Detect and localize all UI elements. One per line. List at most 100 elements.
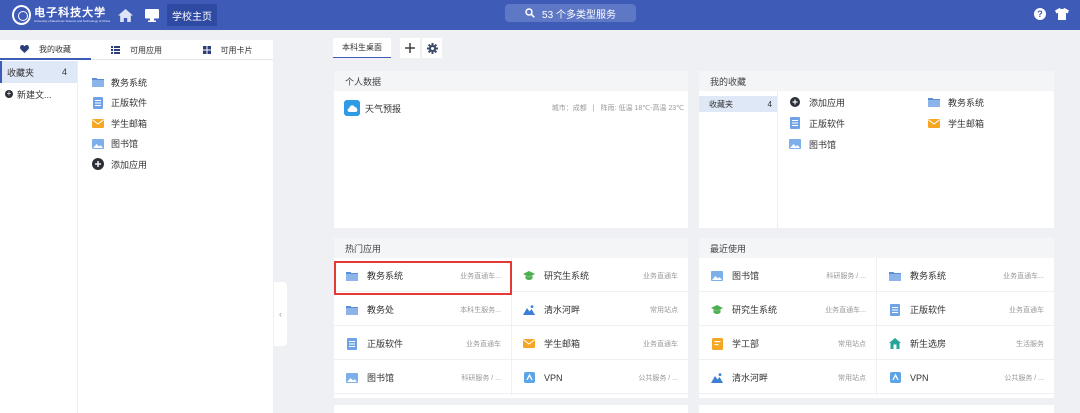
app-academic-system[interactable]: 教务系统	[91, 72, 147, 93]
image-icon	[91, 137, 104, 150]
hot-app-licensed-software[interactable]: 正版软件 业务直通车	[334, 328, 511, 360]
graduation-cap-icon	[523, 270, 535, 282]
folder-icon	[346, 304, 358, 316]
chevron-left-icon: ‹	[279, 309, 282, 319]
hot-app-qingshuihepan[interactable]: 清水河畔 常用站点	[511, 294, 688, 326]
mountain-icon	[711, 372, 723, 384]
highlight-box	[334, 261, 512, 295]
new-folder-button[interactable]: + 新建文...	[0, 83, 77, 105]
university-logo[interactable]: 电子科技大学 University of Electronic Science …	[12, 5, 110, 25]
add-app-button[interactable]: 添加应用	[789, 94, 845, 110]
left-panel: 我的收藏 可用应用 可用卡片 收藏夹 4 + 新建文... 教务系统 正版软件	[0, 40, 273, 413]
app-category: 常用站点	[838, 374, 866, 382]
weather-widget[interactable]: 天气预报 城市：成都 | 阵雨: 低温 18℃-高温 23℃	[344, 99, 684, 117]
theme-shirt-icon[interactable]	[1055, 8, 1069, 20]
mail-icon	[91, 117, 104, 130]
app-student-mail[interactable]: 学生邮箱	[91, 113, 147, 134]
add-desk-button[interactable]	[400, 38, 420, 58]
card-title: 我的收藏	[699, 71, 1054, 91]
folder-icon	[91, 76, 104, 89]
image-icon	[789, 138, 801, 150]
list-icon	[111, 46, 120, 54]
service-search-box[interactable]: 53 个多类型服务	[505, 4, 636, 22]
hot-app-student-mail[interactable]: 学生邮箱 业务直通车	[511, 328, 688, 360]
add-app-button[interactable]: 添加应用	[91, 154, 147, 175]
university-seal-icon	[12, 5, 32, 25]
vpn-icon	[523, 372, 535, 384]
recent-app-dorm-selection[interactable]: 新生选房 生活服务	[877, 328, 1054, 360]
hot-app-academic-affairs[interactable]: 教务处 本科生服务...	[334, 294, 511, 326]
app-licensed-software[interactable]: 正版软件	[789, 115, 845, 131]
app-licensed-software[interactable]: 正版软件	[91, 93, 147, 114]
category-count: 4	[767, 99, 772, 109]
search-placeholder: 53 个多类型服务	[542, 9, 616, 21]
mountain-icon	[523, 304, 535, 316]
top-bar: 电子科技大学 University of Electronic Science …	[0, 0, 1080, 30]
recent-app-library[interactable]: 图书馆 科研服务 / ...	[699, 260, 876, 292]
heart-icon	[20, 45, 29, 53]
grid-icon	[202, 46, 211, 54]
recent-app-academic-system[interactable]: 教务系统 业务直通车...	[877, 260, 1054, 292]
favorites-category-list: 收藏夹 4	[699, 91, 778, 229]
home-icon[interactable]	[113, 0, 137, 30]
app-student-mail[interactable]: 学生邮箱	[928, 115, 984, 131]
left-panel-tabs: 我的收藏 可用应用 可用卡片	[0, 40, 273, 60]
app-category: 生活服务	[1016, 340, 1044, 348]
weather-cloud-icon	[344, 100, 360, 116]
app-category: 科研服务 / ...	[826, 272, 866, 280]
weather-details: 城市：成都 | 阵雨: 低温 18℃-高温 23℃	[551, 105, 684, 112]
recent-app-graduate-system[interactable]: 研究生系统 业务直通车...	[699, 294, 876, 326]
favorite-app-list: 教务系统 正版软件 学生邮箱 图书馆 添加应用	[91, 72, 147, 175]
app-category: 公共服务 / ...	[1004, 374, 1044, 382]
document-icon	[346, 337, 358, 350]
tab-undergrad-desk[interactable]: 本科生桌面	[333, 38, 391, 58]
tab-available-apps[interactable]: 可用应用	[91, 40, 182, 60]
desk-settings-button[interactable]	[422, 38, 442, 58]
document-icon	[91, 96, 104, 109]
logo-title: 电子科技大学	[34, 6, 107, 19]
house-icon	[889, 338, 901, 350]
app-library[interactable]: 图书馆	[91, 134, 147, 155]
graduation-cap-icon	[711, 304, 723, 316]
folder-icon	[889, 270, 901, 282]
category-favorites[interactable]: 收藏夹 4	[699, 96, 777, 112]
app-category: 业务直通车	[643, 272, 678, 280]
app-academic-system[interactable]: 教务系统	[928, 94, 984, 110]
hot-app-vpn[interactable]: VPN 公共服务 / ...	[511, 362, 688, 394]
tab-my-favorites[interactable]: 我的收藏	[0, 40, 91, 60]
add-circle-icon	[91, 158, 104, 171]
document-icon	[789, 117, 801, 129]
next-card-right	[699, 405, 1054, 413]
tab-school-home[interactable]: 学校主页	[167, 4, 217, 26]
my-favorites-card: 我的收藏 收藏夹 4 添加应用 教务系统 正版软件 学生邮箱 图书馆	[699, 71, 1054, 229]
mail-icon	[523, 338, 535, 350]
card-title: 最近使用	[699, 238, 1054, 258]
gear-icon	[426, 42, 438, 54]
category-count: 4	[61, 67, 67, 77]
recently-used-card: 最近使用 图书馆 科研服务 / ... 教务系统 业务直通车... 研究生系统 …	[699, 238, 1054, 398]
hot-app-graduate-system[interactable]: 研究生系统 业务直通车	[511, 260, 688, 292]
recent-app-student-affairs[interactable]: 学工部 常用站点	[699, 328, 876, 360]
badge-icon	[711, 337, 723, 350]
help-icon[interactable]: ?	[1034, 8, 1046, 20]
desktop-icon[interactable]	[140, 0, 164, 30]
app-category: 业务直通车...	[1003, 272, 1044, 280]
collapse-panel-handle[interactable]: ‹	[274, 282, 287, 346]
app-category: 业务直通车...	[825, 306, 866, 314]
logo-subtitle: University of Electronic Science and Tec…	[34, 19, 110, 23]
image-icon	[711, 270, 723, 282]
folder-icon	[928, 96, 940, 108]
app-category: 业务直通车	[643, 340, 678, 348]
recent-app-vpn[interactable]: VPN 公共服务 / ...	[877, 362, 1054, 394]
plus-icon: +	[5, 89, 13, 98]
app-library[interactable]: 图书馆	[789, 136, 836, 152]
category-favorites[interactable]: 收藏夹 4	[0, 61, 77, 83]
add-circle-icon	[789, 96, 801, 108]
hot-app-library[interactable]: 图书馆 科研服务 / ...	[334, 362, 511, 394]
tab-available-cards[interactable]: 可用卡片	[182, 40, 273, 60]
next-card-left	[334, 405, 688, 413]
plus-icon	[405, 43, 415, 53]
recent-app-qingshuihepan[interactable]: 清水河畔 常用站点	[699, 362, 876, 394]
image-icon	[346, 372, 358, 384]
recent-app-licensed-software[interactable]: 正版软件 业务直通车	[877, 294, 1054, 326]
